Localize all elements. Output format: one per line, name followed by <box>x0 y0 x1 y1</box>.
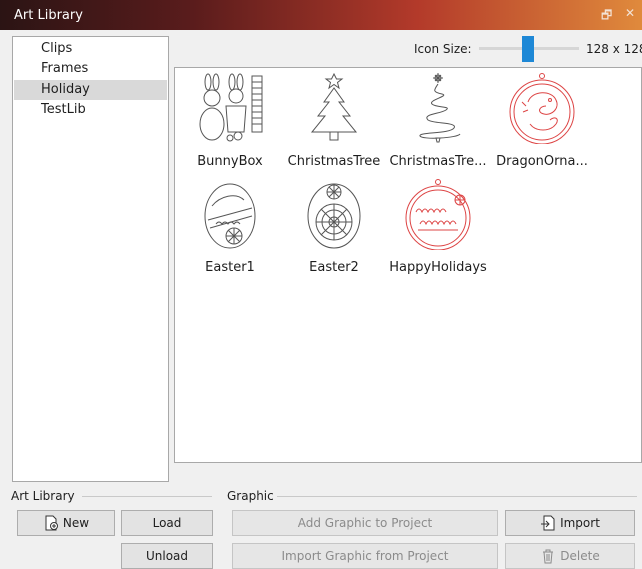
icon-size-value: 128 x 128 <box>586 42 642 56</box>
graphic-group-label: Graphic <box>227 489 274 503</box>
import-label: Import <box>560 516 600 530</box>
add-graphic-label: Add Graphic to Project <box>297 516 433 530</box>
library-item-frames[interactable]: Frames <box>14 59 167 79</box>
graphic-tile-dragonornament[interactable]: DragonOrna... <box>490 70 594 178</box>
graphic-label: ChristmasTre... <box>389 154 487 169</box>
graphic-tile-bunnybox[interactable]: BunnyBox <box>178 70 282 178</box>
new-library-button[interactable]: New <box>17 510 115 536</box>
happy-holidays-ornament-icon <box>405 179 471 250</box>
title-bar: Art Library 🗗 ✕ <box>0 0 642 30</box>
christmas-tree-icon <box>310 72 358 141</box>
graphic-label: Easter2 <box>309 260 359 275</box>
graphic-label: DragonOrna... <box>496 154 588 169</box>
icon-size-label: Icon Size: <box>414 42 472 56</box>
graphic-tile-easter2[interactable]: Easter2 <box>282 176 386 284</box>
new-library-label: New <box>62 516 90 530</box>
easter-egg-icon <box>204 183 256 249</box>
library-item-testlib[interactable]: TestLib <box>14 100 167 120</box>
delete-label: Delete <box>560 549 600 563</box>
art-library-group-label: Art Library <box>11 489 75 503</box>
christmas-tree-swirl-icon <box>419 73 461 143</box>
bunny-box-icon <box>199 73 263 142</box>
import-icon <box>541 515 555 531</box>
unload-library-button[interactable]: Unload <box>121 543 213 569</box>
unload-library-label: Unload <box>145 549 189 563</box>
graphic-tile-happyholidays[interactable]: HappyHolidays <box>386 176 490 284</box>
graphic-tile-christmastree-swirl[interactable]: ChristmasTre... <box>386 70 490 178</box>
easter-egg-mandala-icon <box>307 183 361 249</box>
restore-icon[interactable]: 🗗 <box>601 6 612 27</box>
group-divider <box>82 496 212 497</box>
graphics-panel[interactable]: BunnyBox ChristmasTree ChristmasTre... D… <box>174 67 642 463</box>
delete-button[interactable]: Delete <box>505 543 635 569</box>
graphic-label: BunnyBox <box>197 154 263 169</box>
import-graphic-from-project-button[interactable]: Import Graphic from Project <box>232 543 498 569</box>
new-document-icon <box>45 515 58 531</box>
library-item-holiday[interactable]: Holiday <box>14 80 167 100</box>
close-icon[interactable]: ✕ <box>625 6 635 20</box>
graphic-label: Easter1 <box>205 260 255 275</box>
icon-size-slider-thumb[interactable] <box>522 36 534 62</box>
add-graphic-to-project-button[interactable]: Add Graphic to Project <box>232 510 498 536</box>
graphic-tile-christmastree[interactable]: ChristmasTree <box>282 70 386 178</box>
dragon-ornament-icon <box>509 73 575 144</box>
graphic-label: HappyHolidays <box>389 260 487 275</box>
graphic-tile-easter1[interactable]: Easter1 <box>178 176 282 284</box>
trash-icon <box>543 549 554 564</box>
library-item-clips[interactable]: Clips <box>14 39 167 59</box>
import-from-project-label: Import Graphic from Project <box>281 549 449 563</box>
load-library-button[interactable]: Load <box>121 510 213 536</box>
graphic-label: ChristmasTree <box>287 154 381 169</box>
load-library-label: Load <box>152 516 182 530</box>
group-divider <box>277 496 637 497</box>
window-title: Art Library <box>14 8 83 23</box>
library-list[interactable]: Clips Frames Holiday TestLib <box>12 36 169 482</box>
import-button[interactable]: Import <box>505 510 635 536</box>
